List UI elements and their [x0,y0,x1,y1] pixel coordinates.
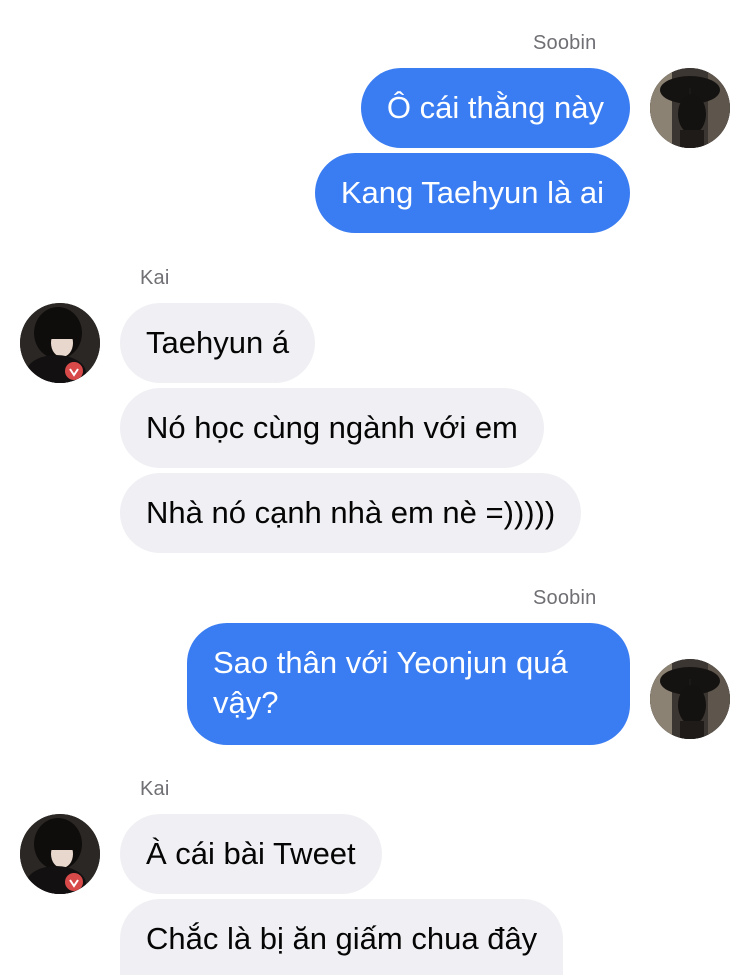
message-bubble-incoming[interactable]: À cái bài Tweet [120,814,382,894]
avatar-kai[interactable] [20,814,100,894]
avatar-soobin-photo [650,68,730,148]
message-bubble-incoming[interactable]: Taehyun á [120,303,316,383]
message-bubble-incoming[interactable]: Nó học cùng ngành với em [120,388,544,468]
message-bubble-incoming[interactable]: Chắc là bị ăn giấm chua đây [120,899,564,975]
avatar-soobin[interactable] [650,68,730,148]
avatar-soobin-photo [650,659,730,739]
sender-name-soobin: Soobin [533,587,597,609]
message-bubble-outgoing[interactable]: Kang Taehyun là ai [314,153,630,233]
avatar-soobin[interactable] [650,659,730,739]
message-bubble-outgoing[interactable]: Sao thân với Yeonjun quá vậy? [187,623,630,745]
avatar-kai-photo [20,303,100,383]
sender-name-kai: Kai [140,778,170,800]
sender-name-kai: Kai [140,267,170,289]
sender-name-soobin: Soobin [533,32,597,54]
message-bubble-outgoing[interactable]: Ô cái thằng này [360,68,630,148]
message-bubble-incoming[interactable]: Nhà nó cạnh nhà em nè =))))) [120,473,582,553]
avatar-kai[interactable] [20,303,100,383]
avatar-kai-photo [20,814,100,894]
